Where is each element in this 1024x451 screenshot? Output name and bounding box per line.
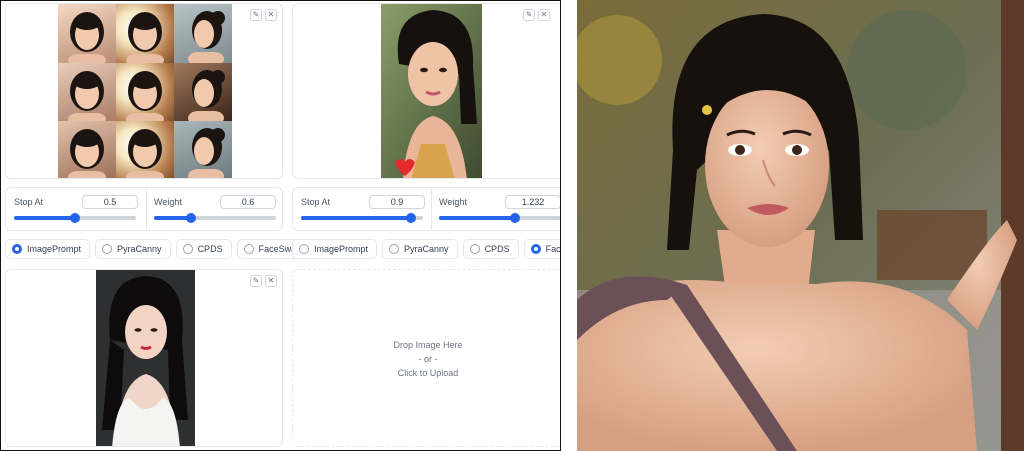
stop-at-slider[interactable]: Stop At 0.9 (293, 188, 431, 232)
weight-label: Weight (439, 197, 467, 207)
pencil-icon[interactable]: ✎ (250, 9, 262, 21)
weight-value-input[interactable]: 0.6 (220, 195, 276, 209)
weight-track[interactable] (439, 213, 560, 223)
dropzone-text: Drop Image Here - or - Click to Upload (293, 338, 560, 380)
weight-label: Weight (154, 197, 182, 207)
weight-value-input[interactable]: 1.232 (505, 195, 560, 209)
close-icon[interactable]: ✕ (538, 9, 550, 21)
radio-label: FaceSwap (545, 244, 561, 254)
radio-dot[interactable] (389, 244, 400, 254)
image-upload-dropzone[interactable]: Drop Image Here - or - Click to Upload (292, 269, 560, 447)
portrait-grid-image (58, 4, 232, 178)
radio-dot[interactable] (102, 244, 113, 254)
stop-at-thumb[interactable] (70, 213, 80, 223)
radio-label: CPDS (484, 244, 510, 254)
stop-at-label: Stop At (301, 197, 331, 207)
slot-2-sliders: Stop At 0.9 Weight 1.232 (292, 187, 560, 232)
result-photo (577, 0, 1024, 451)
radio-pyracanny[interactable]: PyraCanny (95, 239, 171, 259)
radio-cpds[interactable]: CPDS (462, 239, 519, 259)
radio-cpds[interactable]: CPDS (175, 239, 232, 259)
radio-label: ImagePrompt (314, 244, 369, 254)
click-to-upload-label[interactable]: Click to Upload (293, 366, 560, 380)
radio-label: PyraCanny (117, 244, 162, 254)
image-prompt-panel: ✎ ✕ ✎ ✕ Stop At 0.5 Weight 0.6 Stop At 0… (0, 0, 561, 451)
pencil-icon[interactable]: ✎ (523, 9, 535, 21)
close-icon[interactable]: ✕ (265, 9, 277, 21)
stop-at-value-input[interactable]: 0.9 (369, 195, 425, 209)
stop-at-value-input[interactable]: 0.5 (82, 195, 138, 209)
image-slot-2[interactable]: ✎ ✕ (292, 3, 560, 179)
image-slot-1[interactable]: ✎ ✕ (5, 3, 283, 179)
image-slot-3[interactable]: ✎ ✕ (5, 269, 283, 447)
slot-2-type-radio-group: ImagePrompt PyraCanny CPDS FaceSwap (292, 239, 561, 259)
stop-at-label: Stop At (14, 197, 44, 207)
weight-thumb[interactable] (509, 213, 520, 223)
weight-track[interactable] (154, 213, 276, 223)
radio-dot[interactable] (299, 244, 309, 254)
radio-pyracanny[interactable]: PyraCanny (382, 239, 458, 259)
weight-slider[interactable]: Weight 0.6 (146, 188, 284, 232)
portrait-image (96, 270, 195, 446)
radio-dot[interactable] (530, 244, 541, 254)
close-icon[interactable]: ✕ (265, 275, 277, 287)
weight-thumb[interactable] (185, 213, 196, 223)
radio-dot[interactable] (469, 244, 480, 254)
radio-dot[interactable] (12, 244, 22, 254)
radio-imageprompt[interactable]: ImagePrompt (5, 239, 91, 259)
stop-at-thumb[interactable] (405, 213, 416, 223)
radio-dot[interactable] (182, 244, 193, 254)
weight-slider[interactable]: Weight 1.232 (431, 188, 560, 232)
slot-1-sliders: Stop At 0.5 Weight 0.6 (5, 187, 283, 231)
drop-image-label: Drop Image Here (393, 340, 463, 350)
result-portrait-image (577, 0, 1024, 451)
stop-at-track[interactable] (14, 213, 136, 223)
radio-label: CPDS (197, 244, 223, 254)
stop-at-track[interactable] (301, 213, 423, 223)
radio-faceswap[interactable]: FaceSwap (523, 239, 561, 259)
stop-at-slider[interactable]: Stop At 0.5 (6, 188, 146, 232)
radio-label: ImagePrompt (27, 244, 82, 254)
radio-label: PyraCanny (404, 244, 449, 254)
portrait-image (381, 4, 482, 178)
slot-1-type-radio-group: ImagePrompt PyraCanny CPDS FaceSwap (5, 239, 311, 259)
or-separator: - or - (418, 354, 438, 364)
radio-dot[interactable] (243, 244, 254, 254)
radio-imageprompt[interactable]: ImagePrompt (292, 239, 378, 259)
pencil-icon[interactable]: ✎ (250, 275, 262, 287)
